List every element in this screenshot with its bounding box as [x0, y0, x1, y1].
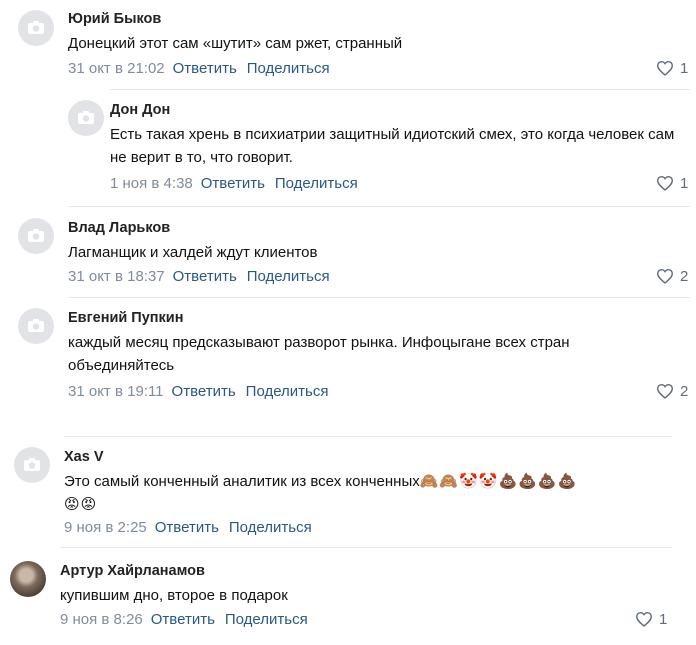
- like-button[interactable]: 1: [656, 175, 688, 192]
- reply-button[interactable]: Ответить: [173, 60, 237, 77]
- divider: [110, 89, 690, 90]
- comment-date[interactable]: 31 окт в 19:11: [68, 383, 164, 400]
- heart-icon: [656, 60, 674, 76]
- share-button[interactable]: Поделиться: [247, 268, 330, 285]
- comment-date[interactable]: 9 ноя в 8:26: [60, 611, 143, 628]
- emoji-row: 🙈🙈🤡🤡💩💩💩💩: [419, 472, 578, 490]
- reply-button[interactable]: Ответить: [151, 611, 215, 628]
- comment-text: Донецкий этот сам «шутит» сам ржет, стра…: [68, 35, 403, 52]
- share-button[interactable]: Поделиться: [229, 519, 312, 536]
- avatar-photo[interactable]: [10, 561, 46, 597]
- heart-icon: [656, 383, 674, 399]
- camera-icon: [24, 458, 40, 471]
- comment-author[interactable]: Влад Ларьков: [68, 220, 170, 236]
- reply-button[interactable]: Ответить: [155, 519, 219, 536]
- comment-text: Лагманщик и халдей ждут клиентов: [68, 244, 318, 261]
- avatar-placeholder[interactable]: [18, 308, 54, 344]
- comment-date[interactable]: 31 окт в 21:02: [68, 60, 165, 77]
- like-count: 1: [680, 175, 689, 192]
- heart-icon: [635, 611, 653, 627]
- comment-date[interactable]: 9 ноя в 2:25: [64, 519, 147, 536]
- divider: [68, 206, 690, 207]
- comment-text: Есть такая хрень в психиатрии защитный и…: [110, 126, 675, 166]
- like-count: 1: [680, 60, 689, 77]
- camera-icon: [28, 229, 44, 242]
- like-button[interactable]: 1: [656, 60, 688, 77]
- like-button[interactable]: 2: [656, 383, 688, 400]
- comment-author[interactable]: Xas V: [64, 449, 104, 465]
- comment-meta: 9 ноя в 2:25 Ответить Поделиться: [64, 519, 312, 536]
- like-count: 2: [680, 268, 689, 285]
- comment-meta: 1 ноя в 4:38 Ответить Поделиться: [110, 175, 358, 192]
- comment-author[interactable]: Артур Хайрланамов: [60, 563, 205, 579]
- comment-author[interactable]: Евгений Пупкин: [68, 310, 183, 326]
- share-button[interactable]: Поделиться: [225, 611, 308, 628]
- camera-icon: [28, 319, 44, 332]
- reply-button[interactable]: Ответить: [173, 268, 237, 285]
- camera-icon: [28, 21, 44, 34]
- comment-text: Это самый конченный аналитик из всех кон…: [64, 470, 674, 516]
- comment-meta: 9 ноя в 8:26 Ответить Поделиться: [60, 611, 308, 628]
- share-button[interactable]: Поделиться: [246, 383, 329, 400]
- like-count: 2: [680, 383, 689, 400]
- avatar-placeholder[interactable]: [14, 447, 50, 483]
- heart-icon: [656, 268, 674, 284]
- comment-meta: 31 окт в 19:11 Ответить Поделиться: [68, 383, 329, 400]
- comment-date[interactable]: 31 окт в 18:37: [68, 268, 165, 285]
- comment-text-body: Это самый конченный аналитик из всех кон…: [64, 473, 420, 490]
- share-button[interactable]: Поделиться: [247, 60, 330, 77]
- camera-icon: [78, 111, 94, 124]
- comment-meta: 31 окт в 18:37 Ответить Поделиться: [68, 268, 330, 285]
- like-button[interactable]: 1: [635, 611, 667, 628]
- avatar-placeholder[interactable]: [18, 218, 54, 254]
- heart-icon: [656, 175, 674, 191]
- divider: [64, 436, 672, 437]
- comment-author[interactable]: Юрий Быков: [68, 11, 161, 27]
- share-button[interactable]: Поделиться: [275, 175, 358, 192]
- comment-text: каждый месяц предсказывают разворот рынк…: [68, 334, 570, 374]
- comment-author[interactable]: Дон Дон: [110, 102, 170, 118]
- reply-button[interactable]: Ответить: [201, 175, 265, 192]
- avatar-placeholder[interactable]: [68, 100, 104, 136]
- comment-text: купившим дно, второе в подарок: [60, 587, 288, 604]
- reply-button[interactable]: Ответить: [172, 383, 236, 400]
- comment-date[interactable]: 1 ноя в 4:38: [110, 175, 193, 192]
- emoji-row: 😡😡: [64, 495, 98, 513]
- like-button[interactable]: 2: [656, 268, 688, 285]
- divider: [68, 297, 690, 298]
- like-count: 1: [659, 611, 668, 628]
- avatar-placeholder[interactable]: [18, 10, 54, 46]
- comment-meta: 31 окт в 21:02 Ответить Поделиться: [68, 60, 330, 77]
- divider: [60, 547, 672, 548]
